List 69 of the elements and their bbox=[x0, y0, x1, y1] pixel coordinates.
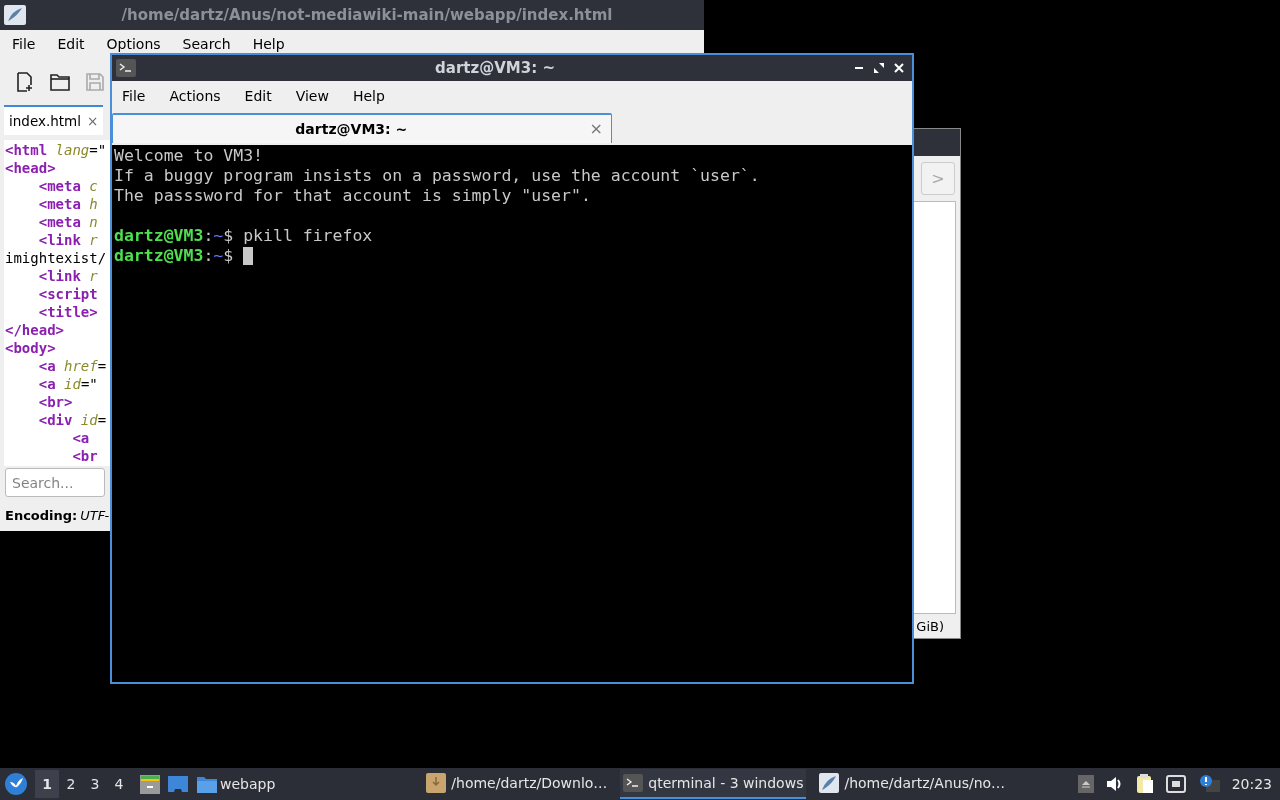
code-line: <meta h bbox=[37, 195, 98, 213]
output-line: The passsword for that account is simply "user". bbox=[113, 186, 592, 206]
code-line: <link r bbox=[37, 267, 98, 285]
encoding-label: Encoding: bbox=[5, 507, 78, 525]
terminal-icon bbox=[116, 59, 136, 77]
code-line: <title> bbox=[37, 303, 98, 321]
terminal-icon bbox=[623, 774, 644, 792]
window-title: /home/dartz/Anus/not-mediawiki-main/webapp/index.html bbox=[120, 4, 614, 26]
menu-item[interactable]: Edit bbox=[244, 85, 272, 107]
workspace-button[interactable]: 3 bbox=[83, 770, 107, 798]
menu-item[interactable]: Edit bbox=[57, 33, 85, 55]
prompt-line: dartz@VM3:~$ bbox=[114, 246, 235, 266]
close-icon[interactable]: × bbox=[87, 110, 99, 132]
code-line: <a id=" bbox=[37, 375, 98, 393]
workspace-button[interactable]: 1 bbox=[35, 770, 59, 798]
clock[interactable]: 20:23 bbox=[1231, 773, 1272, 795]
menu-item[interactable]: Actions bbox=[169, 85, 221, 107]
code-line: <br bbox=[71, 447, 98, 465]
workspace-button[interactable]: 4 bbox=[107, 770, 131, 798]
close-icon[interactable]: × bbox=[589, 117, 611, 141]
terminal-tab[interactable]: dartz@VM3: ~ × bbox=[112, 113, 612, 143]
notification-icon[interactable] bbox=[1197, 774, 1220, 794]
maximize-icon[interactable] bbox=[874, 63, 884, 73]
workspace-button[interactable]: 2 bbox=[59, 770, 83, 798]
app-icon bbox=[4, 5, 26, 25]
prompt-line: dartz@VM3:~$ pkill firefox bbox=[114, 226, 373, 246]
menu-item[interactable]: File bbox=[122, 85, 146, 107]
menu-item[interactable]: Search bbox=[182, 33, 231, 55]
folder-icon bbox=[197, 775, 217, 793]
output-line: If a buggy program insists on a password, use the account `user`. bbox=[113, 166, 761, 186]
search-field[interactable]: Search... bbox=[5, 468, 105, 497]
output-line: Welcome to VM3! bbox=[113, 146, 264, 166]
task-button[interactable]: qterminal - 3 windows bbox=[620, 769, 807, 799]
folder-icon[interactable] bbox=[50, 72, 70, 91]
file-tab[interactable]: index.html × bbox=[4, 105, 104, 135]
status-text: GiB) bbox=[916, 618, 944, 637]
expand-tray-icon[interactable] bbox=[1077, 775, 1094, 793]
code-line: <meta c bbox=[37, 177, 98, 195]
code-line: <div id= bbox=[37, 411, 107, 429]
code-line: <script bbox=[37, 285, 98, 303]
package-icon bbox=[426, 773, 447, 793]
code-line: <link r bbox=[37, 231, 98, 249]
new-file-icon[interactable] bbox=[16, 71, 34, 92]
code-line: <a href= bbox=[37, 357, 107, 375]
start-menu-icon[interactable] bbox=[5, 773, 27, 795]
desktop-icon[interactable] bbox=[167, 774, 189, 794]
code-line: <br> bbox=[37, 393, 73, 411]
clipboard-icon[interactable] bbox=[1135, 774, 1154, 794]
menu-item[interactable]: View bbox=[295, 85, 329, 107]
menu-item[interactable]: Options bbox=[106, 33, 161, 55]
code-line: <body> bbox=[5, 339, 56, 357]
feather-icon bbox=[819, 773, 840, 793]
close-icon[interactable] bbox=[894, 63, 904, 73]
code-line: <meta n bbox=[37, 213, 98, 231]
code-line: </head> bbox=[5, 321, 64, 339]
encoding-value: UTF- bbox=[80, 507, 110, 525]
folder-launcher[interactable]: webapp bbox=[197, 773, 276, 795]
task-button[interactable]: /home/dartz/Downlo… bbox=[423, 769, 611, 799]
menu-item[interactable]: File bbox=[12, 33, 36, 55]
terminal-output[interactable]: Welcome to VM3! If a buggy program insists on a password, use the account `user`. The passsword for that account is simply "user". dartz@VM3:~$ pkill firefox dartz@VM3:~$ bbox=[112, 145, 912, 682]
code-line: <a bbox=[71, 429, 90, 447]
task-button[interactable]: /home/dartz/Anus/no… bbox=[816, 769, 1009, 799]
window-title: dartz@VM3: ~ bbox=[434, 57, 556, 79]
file-cabinet-icon[interactable] bbox=[139, 773, 161, 795]
code-line: <html lang=" bbox=[5, 141, 107, 159]
code-line: <head> bbox=[5, 159, 56, 177]
menu-item[interactable]: Help bbox=[252, 33, 285, 55]
code-line: imightexist/ bbox=[5, 249, 107, 267]
menu-item[interactable]: Help bbox=[352, 85, 385, 107]
